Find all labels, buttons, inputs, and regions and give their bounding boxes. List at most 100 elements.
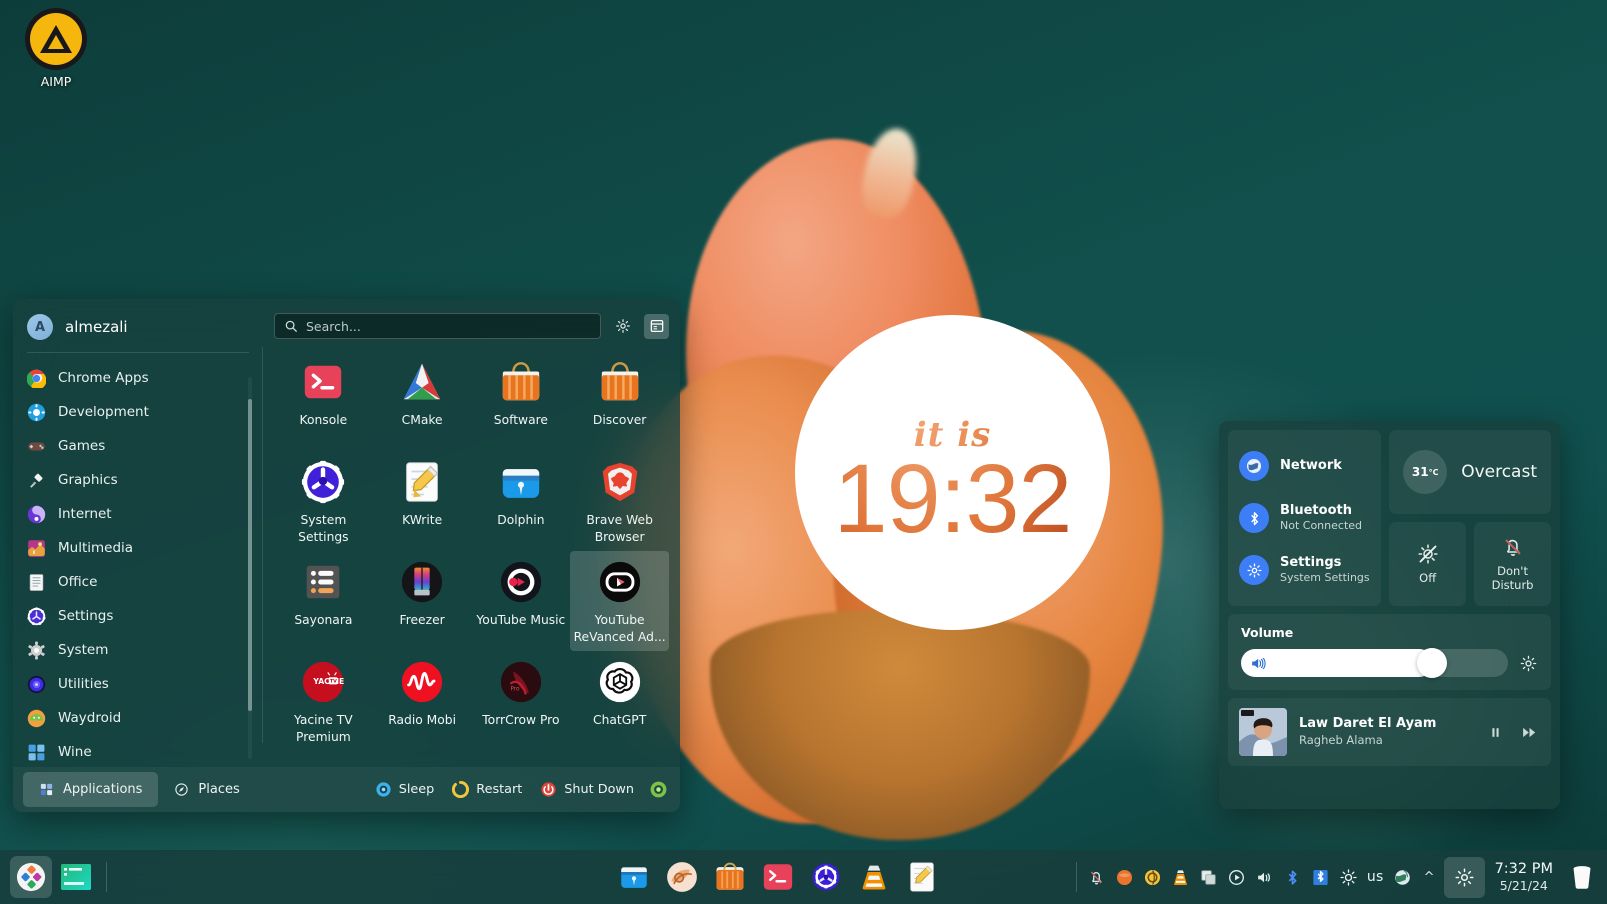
next-button[interactable] [1518, 721, 1540, 743]
app-item-konsole[interactable]: Konsole [274, 351, 373, 451]
youtube-music-icon [498, 559, 544, 605]
tray-updates[interactable] [1115, 868, 1134, 887]
app-item-radio-mobi[interactable]: Radio Mobi [373, 651, 472, 751]
pause-button[interactable] [1484, 721, 1506, 743]
tray-notifications[interactable] [1087, 868, 1106, 887]
taskbar-clock[interactable]: 7:32 PM 5/21/24 [1495, 861, 1553, 894]
sidebar-item-chrome-apps[interactable]: Chrome Apps [13, 361, 251, 395]
svg-text:Pro: Pro [510, 687, 520, 693]
sidebar-scrollbar[interactable] [248, 377, 252, 759]
night-color-tile[interactable]: Off [1389, 522, 1467, 606]
tray-bluetooth-alt[interactable] [1311, 868, 1330, 887]
tray-media-player[interactable] [1227, 868, 1246, 887]
sidebar-item-system[interactable]: System [13, 633, 251, 667]
app-item-cmake[interactable]: CMake [373, 351, 472, 451]
power-shutdown-button[interactable]: Shut Down [531, 775, 643, 804]
yacine-tv-icon: YACINETV [300, 659, 346, 705]
launcher-discover[interactable] [713, 860, 747, 894]
sidebar-item-utilities[interactable]: Utilities [13, 667, 251, 701]
app-item-youtube-revanced-ad[interactable]: YouTube ReVanced Ad... [570, 551, 669, 651]
sidebar-item-office[interactable]: Office [13, 565, 251, 599]
weather-tile[interactable]: 31 °C Overcast [1389, 430, 1551, 514]
toggle-settings[interactable]: Settings System Settings [1228, 555, 1381, 585]
app-item-system-settings[interactable]: System Settings [274, 451, 373, 551]
task-terminal[interactable] [60, 860, 94, 894]
svg-text:YACINE: YACINE [313, 677, 345, 686]
app-item-label: ChatGPT [593, 713, 647, 727]
tray-clipboard[interactable] [1199, 868, 1218, 887]
footer-tab-applications[interactable]: Applications [23, 772, 159, 807]
sidebar-item-wine[interactable]: Wine [13, 735, 251, 767]
launcher-kwrite[interactable] [905, 860, 939, 894]
user-row[interactable]: A almezali [13, 299, 263, 352]
multimedia-icon [27, 539, 46, 558]
app-item-dolphin[interactable]: Dolphin [472, 451, 571, 551]
toggle-network[interactable]: Network [1228, 451, 1381, 481]
system-icon [27, 640, 46, 660]
launcher-dolphin[interactable] [617, 860, 651, 894]
kickoff-button[interactable] [10, 856, 52, 898]
taskbar-separator [106, 862, 107, 892]
launcher-browser[interactable] [665, 860, 699, 894]
app-item-label: KWrite [402, 513, 443, 527]
sidebar-item-label: Settings [58, 608, 114, 624]
tray-brightness[interactable] [1339, 868, 1358, 887]
sidebar-item-multimedia[interactable]: Multimedia [13, 531, 251, 565]
app-item-discover[interactable]: Discover [570, 351, 669, 451]
sidebar-item-label: Chrome Apps [58, 370, 149, 386]
launcher-system-settings[interactable] [809, 860, 843, 894]
trash-button[interactable] [1567, 862, 1597, 892]
search-field[interactable] [274, 313, 601, 339]
settings-icon [27, 606, 46, 626]
sidebar-item-waydroid[interactable]: Waydroid [13, 701, 251, 735]
app-item-sayonara[interactable]: Sayonara [274, 551, 373, 651]
weather-condition: Overcast [1461, 462, 1537, 482]
sidebar-item-settings[interactable]: Settings [13, 599, 251, 633]
volume-settings-button[interactable] [1519, 654, 1538, 673]
app-item-label: Freezer [399, 613, 445, 627]
app-item-freezer[interactable]: Freezer [373, 551, 472, 651]
app-item-brave-web-browser[interactable]: Brave Web Browser [570, 451, 669, 551]
tray-keyboard-layout[interactable]: us [1367, 869, 1384, 885]
launcher-vlc[interactable] [857, 860, 891, 894]
quick-toggles: Network Bluetooth Not Connected Settings… [1228, 430, 1382, 606]
search-input[interactable] [306, 318, 591, 334]
system-settings-icon [300, 459, 346, 505]
app-item-software[interactable]: Software [472, 351, 571, 451]
footer-tab-label: Places [198, 782, 240, 797]
konsole-icon [300, 359, 346, 405]
volume-slider-handle[interactable] [1417, 648, 1448, 678]
bluetooth-icon [1239, 503, 1269, 533]
graphics-icon [27, 471, 46, 490]
app-item-chatgpt[interactable]: ChatGPT [570, 651, 669, 751]
footer-tab-places[interactable]: Places [158, 772, 255, 807]
power-sleep-button[interactable]: Sleep [366, 775, 444, 804]
tray-bluetooth[interactable] [1283, 868, 1302, 887]
tray-settings-button[interactable] [1443, 856, 1485, 898]
volume-slider[interactable] [1241, 648, 1508, 678]
tray-vlc[interactable] [1171, 868, 1190, 887]
toggle-bluetooth[interactable]: Bluetooth Not Connected [1228, 503, 1381, 533]
tray-spectacle[interactable] [1143, 868, 1162, 887]
app-item-youtube-music[interactable]: YouTube Music [472, 551, 571, 651]
app-item-label: Konsole [299, 413, 348, 427]
sidebar-item-development[interactable]: Development [13, 395, 251, 429]
view-toggle-button[interactable] [644, 313, 669, 339]
sidebar-item-games[interactable]: Games [13, 429, 251, 463]
tray-expand-button[interactable]: ^ [1421, 870, 1438, 885]
launcher-konsole[interactable] [761, 860, 795, 894]
tray-volume[interactable] [1255, 868, 1274, 887]
power-restart-button[interactable]: Restart [443, 775, 531, 804]
app-item-yacine-tv-premium[interactable]: YACINETV Yacine TV Premium [274, 651, 373, 751]
desktop-icon-aimp[interactable]: AIMP [18, 8, 94, 89]
app-item-torrcrow-pro[interactable]: Pro TorrCrow Pro [472, 651, 571, 751]
app-item-kwrite[interactable]: KWrite [373, 451, 472, 551]
leave-button[interactable] [649, 780, 668, 799]
utilities-icon [27, 675, 46, 694]
do-not-disturb-tile[interactable]: Don't Disturb [1474, 522, 1551, 606]
app-item-label: TorrCrow Pro [482, 713, 560, 727]
tray-network[interactable] [1393, 868, 1412, 887]
sidebar-item-graphics[interactable]: Graphics [13, 463, 251, 497]
configure-button[interactable] [610, 314, 635, 339]
sidebar-item-internet[interactable]: Internet [13, 497, 251, 531]
